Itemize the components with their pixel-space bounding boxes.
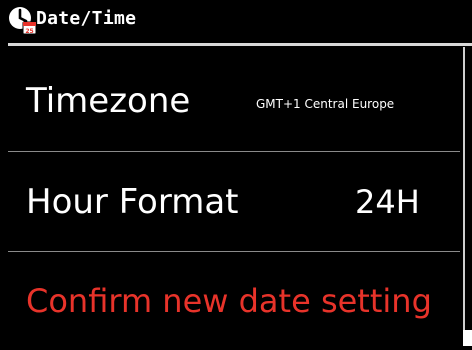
- hour-format-value: 24H: [355, 183, 420, 221]
- hour-format-row[interactable]: Hour Format 24H: [0, 152, 458, 250]
- svg-text:25: 25: [25, 28, 33, 35]
- hour-format-label: Hour Format: [26, 182, 239, 222]
- timezone-label: Timezone: [26, 81, 191, 121]
- timezone-value: GMT+1 Central Europe: [256, 97, 395, 111]
- confirm-date-label: Confirm new date setting: [26, 282, 432, 320]
- scrollbar[interactable]: [463, 47, 472, 332]
- clock-calendar-icon: 25: [9, 7, 37, 35]
- title-bar: 25 Date/Time: [0, 0, 472, 40]
- scrollbar-thumb[interactable]: [463, 330, 472, 346]
- header-divider: [8, 43, 472, 46]
- confirm-date-row[interactable]: Confirm new date setting: [0, 252, 458, 350]
- timezone-row[interactable]: Timezone GMT+1 Central Europe: [0, 47, 458, 145]
- page-title: Date/Time: [36, 8, 137, 29]
